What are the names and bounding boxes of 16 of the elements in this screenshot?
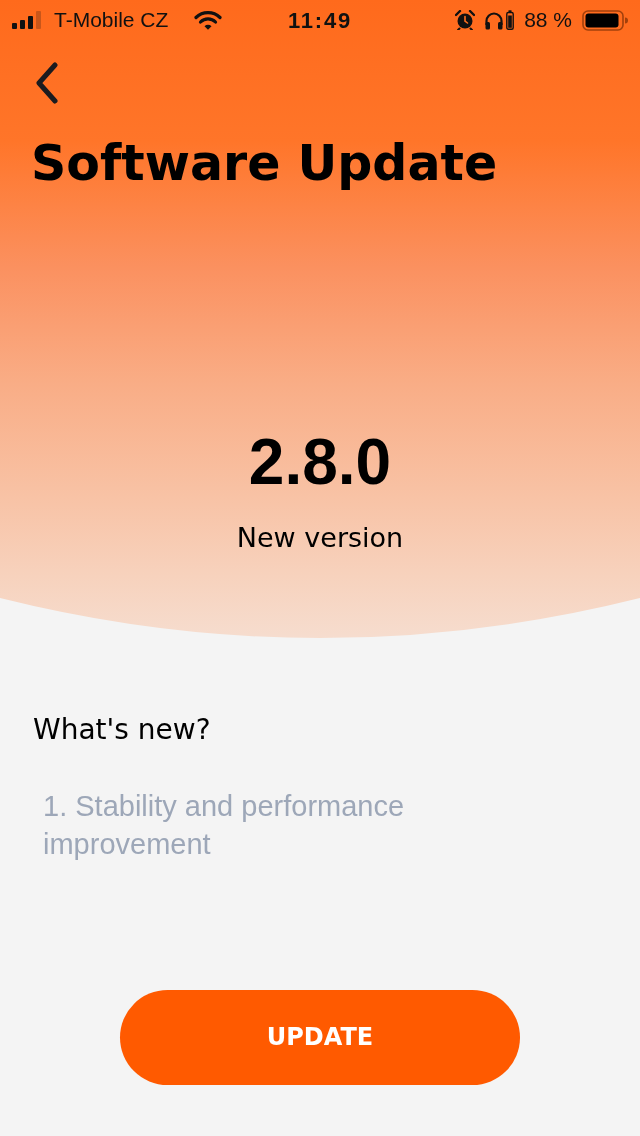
whats-new-heading: What's new? bbox=[33, 713, 212, 747]
wifi-icon bbox=[194, 10, 223, 30]
back-button[interactable] bbox=[35, 62, 59, 104]
change-item: 1. Stability and performance improvement bbox=[43, 788, 406, 862]
carrier-name: T-Mobile CZ bbox=[54, 7, 169, 34]
update-button[interactable]: UPDATE bbox=[120, 989, 520, 1085]
headphone-battery-icon bbox=[506, 10, 515, 30]
headphones-icon bbox=[484, 10, 505, 30]
alarm-icon bbox=[455, 10, 476, 30]
battery-icon bbox=[582, 9, 628, 31]
version-number: 2.8.0 bbox=[247, 429, 393, 494]
page-title: Software Update bbox=[31, 135, 499, 194]
status-time: 11:49 bbox=[288, 6, 352, 35]
battery-percent: 88 % bbox=[524, 7, 572, 34]
back-icon bbox=[35, 62, 59, 104]
version-caption: New version bbox=[235, 521, 405, 555]
